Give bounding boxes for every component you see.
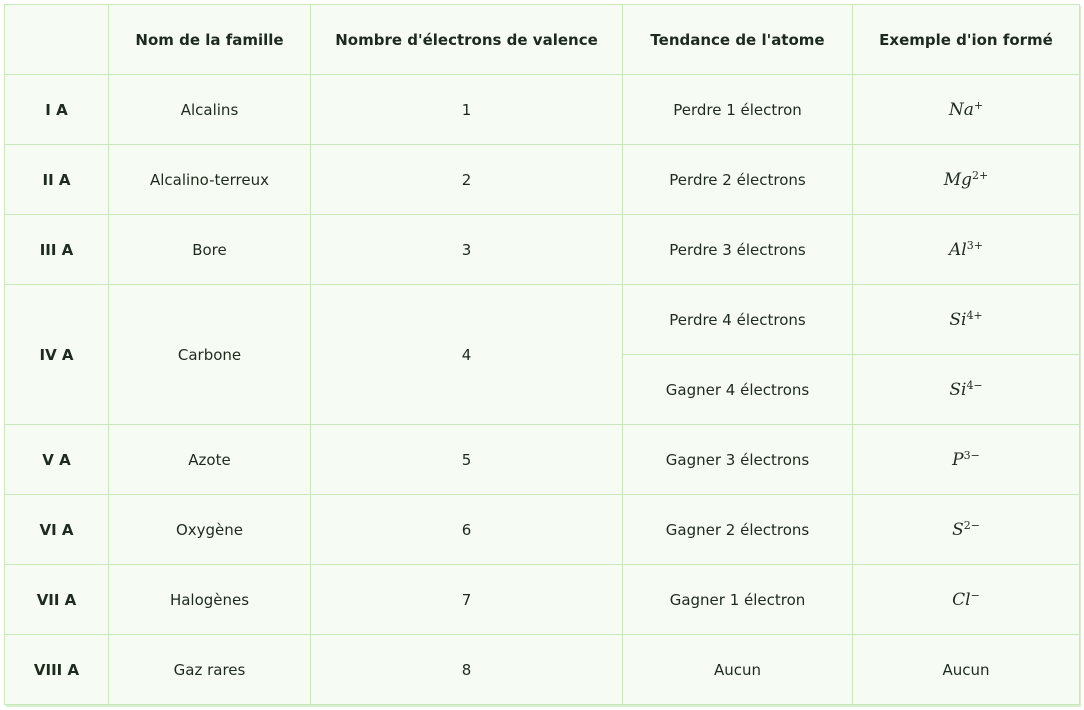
ion-charge: + [973, 98, 984, 112]
group-label: VII A [4, 564, 109, 635]
tendency: Gagner 2 électrons [622, 494, 853, 565]
ion-symbol: S [952, 519, 964, 540]
valence-count: 6 [310, 494, 623, 565]
group-label: IV A [4, 284, 109, 425]
valence-count: 7 [310, 564, 623, 635]
table-row: III A Bore 3 Perdre 3 électrons Al3+ [4, 214, 1080, 285]
tendency: Perdre 4 électrons [622, 284, 853, 355]
header-family-name: Nom de la famille [108, 4, 311, 75]
valence-table: Nom de la famille Nombre d'électrons de … [4, 4, 1080, 705]
valence-count: 4 [310, 284, 623, 425]
ion-example: Al3+ [852, 214, 1080, 285]
tendency: Perdre 2 électrons [622, 144, 853, 215]
ion-charge: 4− [966, 378, 983, 392]
tendency: Gagner 1 électron [622, 564, 853, 635]
ion-symbol: P [952, 449, 964, 470]
ion-charge: 3− [963, 448, 980, 462]
valence-count: 2 [310, 144, 623, 215]
ion-symbol: Si [949, 309, 967, 330]
ion-symbol: Na [948, 99, 974, 120]
ion-symbol: Al [949, 239, 967, 260]
ion-example: Mg2+ [852, 144, 1080, 215]
family-name: Halogènes [108, 564, 311, 635]
header-atom-tendency: Tendance de l'atome [622, 4, 853, 75]
ion-charge: 2− [963, 518, 980, 532]
valence-count: 8 [310, 634, 623, 705]
valence-count: 5 [310, 424, 623, 495]
header-row: Nom de la famille Nombre d'électrons de … [4, 4, 1080, 75]
tendency: Gagner 4 électrons [622, 354, 853, 425]
ion-charge: 2+ [972, 168, 989, 182]
ion-example: Si4+ [852, 284, 1080, 355]
table-row: II A Alcalino-terreux 2 Perdre 2 électro… [4, 144, 1080, 215]
header-corner [4, 4, 109, 75]
tendency: Aucun [622, 634, 853, 705]
family-name: Oxygène [108, 494, 311, 565]
ion-example: P3− [852, 424, 1080, 495]
ion-charge: − [970, 588, 980, 602]
group-label: V A [4, 424, 109, 495]
table-row: V A Azote 5 Gagner 3 électrons P3− [4, 424, 1080, 495]
family-name: Alcalino-terreux [108, 144, 311, 215]
family-name: Carbone [108, 284, 311, 425]
header-ion-example: Exemple d'ion formé [852, 4, 1080, 75]
ion-example: Si4− [852, 354, 1080, 425]
family-name: Gaz rares [108, 634, 311, 705]
family-name: Bore [108, 214, 311, 285]
ion-example: S2− [852, 494, 1080, 565]
ion-example: Na+ [852, 74, 1080, 145]
ion-charge: 4+ [966, 308, 983, 322]
ion-symbol: Cl [952, 589, 971, 610]
table-row: VIII A Gaz rares 8 Aucun Aucun [4, 634, 1080, 705]
group-label: VI A [4, 494, 109, 565]
header-valence-electrons: Nombre d'électrons de valence [310, 4, 623, 75]
table-row: VII A Halogènes 7 Gagner 1 électron Cl− [4, 564, 1080, 635]
valence-count: 3 [310, 214, 623, 285]
table-row: VI A Oxygène 6 Gagner 2 électrons S2− [4, 494, 1080, 565]
ion-symbol: Si [949, 379, 967, 400]
table-container: Nom de la famille Nombre d'électrons de … [4, 4, 1080, 705]
ion-symbol: Mg [943, 169, 973, 190]
ion-text: Aucun [942, 660, 990, 679]
ion-example: Cl− [852, 564, 1080, 635]
ion-example: Aucun [852, 634, 1080, 705]
family-name: Azote [108, 424, 311, 495]
table-row: I A Alcalins 1 Perdre 1 électron Na+ [4, 74, 1080, 145]
tendency: Gagner 3 électrons [622, 424, 853, 495]
tendency: Perdre 1 électron [622, 74, 853, 145]
group-label: III A [4, 214, 109, 285]
group-label: I A [4, 74, 109, 145]
family-name: Alcalins [108, 74, 311, 145]
table-row: IV A Carbone 4 Perdre 4 électrons Si4+ [4, 284, 1080, 425]
valence-count: 1 [310, 74, 623, 145]
group-label: VIII A [4, 634, 109, 705]
ion-charge: 3+ [966, 238, 983, 252]
tendency: Perdre 3 électrons [622, 214, 853, 285]
group-label: II A [4, 144, 109, 215]
